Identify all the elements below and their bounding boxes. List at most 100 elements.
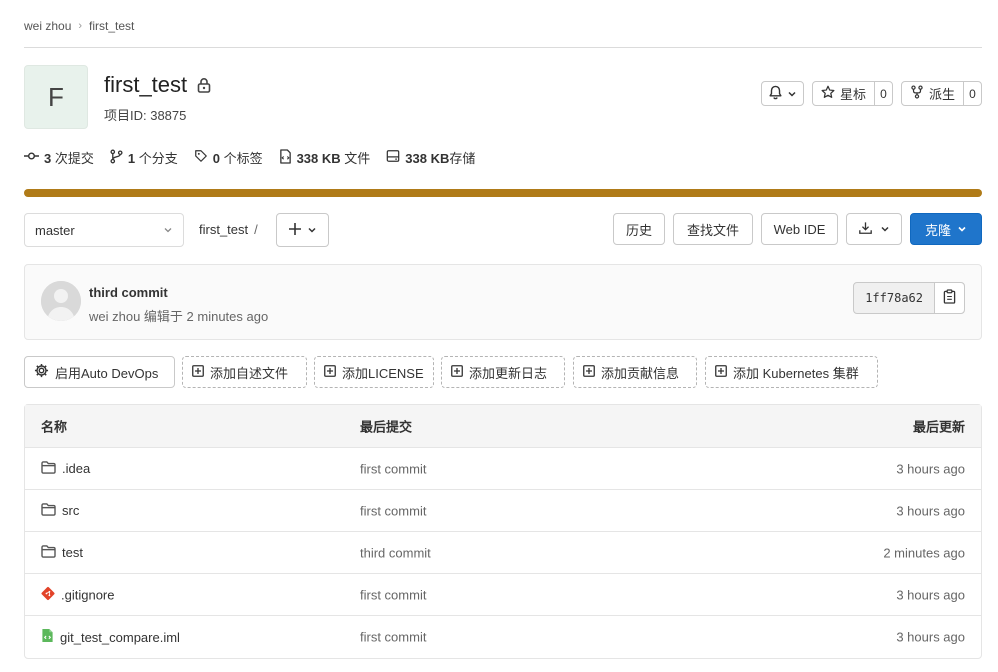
folder-icon: [41, 502, 56, 519]
file-tree-table: 名称 最后提交 最后更新 .idea first commit 3 hours …: [24, 404, 982, 659]
find-file-button[interactable]: 查找文件: [673, 213, 753, 245]
stat-files[interactable]: 338 KB 文件: [279, 148, 370, 167]
plus-square-icon: [715, 364, 727, 380]
file-name-link[interactable]: test: [62, 545, 83, 560]
add-license-button[interactable]: 添加LICENSE: [314, 356, 434, 388]
add-readme-button[interactable]: 添加自述文件: [182, 356, 307, 388]
gear-icon: [34, 363, 49, 381]
project-avatar: F: [24, 65, 88, 129]
breadcrumb: wei zhou › first_test: [24, 18, 134, 34]
star-count[interactable]: 0: [873, 82, 892, 105]
quick-action-label: 添加 Kubernetes 集群: [733, 365, 859, 381]
clone-label: 克隆: [924, 222, 951, 238]
fork-button-group: 派生 0: [900, 81, 982, 106]
avatar[interactable]: [41, 281, 81, 321]
repository-language-bar[interactable]: [24, 189, 982, 197]
project-name: first_test: [104, 72, 188, 97]
commit-link[interactable]: first commit: [360, 630, 426, 645]
folder-icon: [41, 460, 56, 477]
chevron-down-icon: [163, 223, 173, 238]
header-last-update: 最后更新: [912, 419, 965, 435]
fork-icon: [910, 85, 924, 102]
file-icon: [279, 148, 292, 167]
commit-link[interactable]: third commit: [360, 545, 431, 560]
commit-meta: wei zhou 编辑于 2 minutes ago: [89, 309, 269, 324]
table-row[interactable]: .idea first commit 3 hours ago: [25, 448, 981, 490]
tag-icon: [194, 149, 208, 166]
project-avatar-letter: F: [48, 81, 64, 112]
add-changelog-button[interactable]: 添加更新日志: [441, 356, 565, 388]
branch-selector[interactable]: master: [24, 213, 184, 247]
fork-count[interactable]: 0: [963, 82, 981, 105]
updated-time: 3 hours ago: [896, 629, 965, 645]
lock-icon: [197, 77, 211, 93]
header-last-commit: 最后提交: [360, 419, 413, 435]
quick-action-label: 添加更新日志: [469, 365, 548, 381]
table-header: 名称 最后提交 最后更新: [25, 405, 981, 448]
history-button[interactable]: 历史: [613, 213, 665, 245]
project-id: 项目ID: 38875: [104, 108, 187, 123]
file-name-link[interactable]: src: [62, 503, 79, 518]
star-button-group: 星标 0: [811, 81, 893, 106]
repo-path: first_test /: [199, 222, 258, 237]
branch-name: master: [35, 222, 75, 238]
clipboard-icon: [943, 289, 956, 307]
quick-action-label: 添加贡献信息: [601, 365, 680, 381]
commit-link[interactable]: first commit: [360, 503, 426, 518]
table-row[interactable]: src first commit 3 hours ago: [25, 490, 981, 532]
breadcrumb-project[interactable]: first_test: [89, 19, 134, 33]
table-row[interactable]: git_test_compare.iml first commit 3 hour…: [25, 616, 981, 658]
storage-icon: [386, 149, 400, 166]
stat-commits[interactable]: 3 次提交: [24, 148, 94, 167]
commit-sha[interactable]: 1ff78a62: [854, 283, 934, 313]
stat-branches[interactable]: 1 个分支: [110, 148, 178, 167]
chevron-down-icon: [307, 222, 317, 238]
commit-link[interactable]: first commit: [360, 587, 426, 602]
stat-tags[interactable]: 0 个标签: [194, 148, 263, 167]
clone-button[interactable]: 克隆: [910, 213, 982, 245]
fork-button[interactable]: 派生: [902, 82, 963, 105]
plus-square-icon: [451, 364, 463, 380]
add-kubernetes-cluster-button[interactable]: 添加 Kubernetes 集群: [705, 356, 878, 388]
quick-action-label: 添加LICENSE: [342, 365, 424, 381]
page-title: first_test: [104, 72, 211, 98]
stat-storage[interactable]: 338 KB存储: [386, 148, 475, 167]
plus-square-icon: [324, 364, 336, 380]
copy-sha-button[interactable]: [934, 283, 964, 313]
plus-square-icon: [583, 364, 595, 380]
plus-square-icon: [192, 364, 204, 380]
star-button[interactable]: 星标: [813, 82, 874, 105]
quick-action-label: 添加自述文件: [210, 365, 289, 381]
updated-time: 2 minutes ago: [883, 545, 965, 560]
quick-action-label: 启用Auto DevOps: [55, 365, 159, 381]
download-dropdown[interactable]: [846, 213, 902, 245]
add-file-dropdown[interactable]: [276, 213, 329, 247]
header-name: 名称: [41, 419, 68, 435]
web-ide-button[interactable]: Web IDE: [761, 213, 838, 245]
branch-icon: [110, 149, 123, 167]
repo-path-root[interactable]: first_test: [199, 222, 248, 237]
enable-auto-devops-button[interactable]: 启用Auto DevOps: [24, 356, 175, 388]
bell-icon: [768, 85, 783, 103]
chevron-down-icon: [787, 86, 797, 102]
code-file-icon: [41, 628, 54, 646]
breadcrumb-owner[interactable]: wei zhou: [24, 19, 71, 33]
file-name-link[interactable]: .idea: [62, 461, 90, 476]
last-commit: third commit wei zhou 编辑于 2 minutes ago …: [24, 264, 982, 340]
add-contributing-button[interactable]: 添加贡献信息: [573, 356, 697, 388]
commit-link[interactable]: first commit: [360, 461, 426, 476]
chevron-down-icon: [880, 222, 890, 237]
star-label: 星标: [839, 87, 866, 102]
table-row[interactable]: test third commit 2 minutes ago: [25, 532, 981, 574]
notification-button[interactable]: [760, 81, 804, 106]
project-stats: 3 次提交 1 个分支 0 个标签 338 KB 文件 338 KB存储: [24, 148, 475, 167]
commit-title[interactable]: third commit: [89, 285, 168, 300]
chevron-right-icon: ›: [78, 20, 83, 32]
table-row[interactable]: .gitignore first commit 3 hours ago: [25, 574, 981, 616]
download-icon: [858, 221, 873, 238]
chevron-down-icon: [957, 222, 967, 237]
file-name-link[interactable]: .gitignore: [61, 587, 114, 602]
file-name-link[interactable]: git_test_compare.iml: [60, 630, 180, 645]
commit-icon: [24, 150, 39, 165]
divider: [24, 47, 982, 48]
